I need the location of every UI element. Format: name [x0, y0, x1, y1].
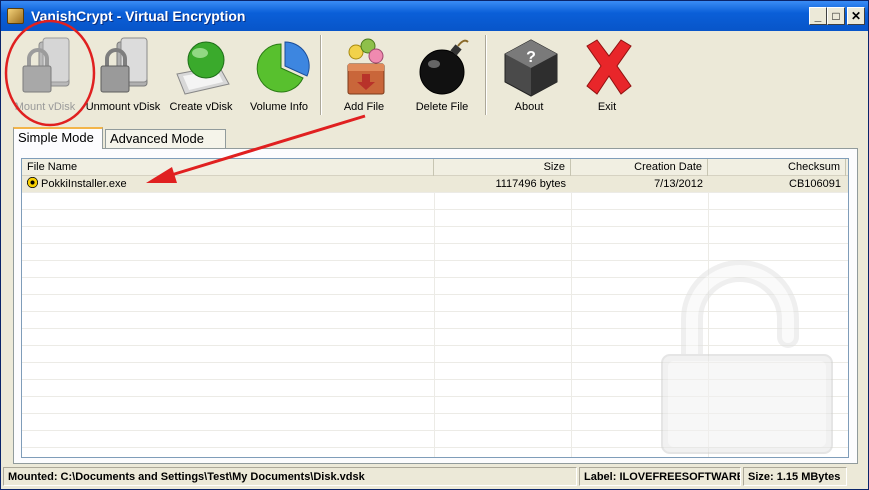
- tab-panel: File Name Size Creation Date Checksum Po…: [13, 148, 858, 464]
- app-icon: [7, 8, 24, 24]
- status-bar: Mounted: C:\Documents and Settings\Test\…: [1, 466, 868, 488]
- title-bar[interactable]: VanishCrypt - Virtual Encryption _ □ ✕: [1, 1, 868, 31]
- create-vdisk-button[interactable]: Create vDisk: [161, 33, 241, 117]
- file-date-cell: 7/13/2012: [654, 178, 703, 190]
- toolbar-separator: [485, 35, 487, 115]
- empty-row: [22, 227, 848, 244]
- status-mounted-path: Mounted: C:\Documents and Settings\Test\…: [3, 467, 577, 486]
- file-list[interactable]: File Name Size Creation Date Checksum Po…: [21, 158, 849, 458]
- about-label: About: [514, 101, 544, 113]
- empty-row: [22, 193, 848, 210]
- close-button[interactable]: ✕: [847, 7, 865, 25]
- tab-advanced-mode[interactable]: Advanced Mode: [105, 129, 226, 149]
- status-volume-label: Label: ILOVEFREESOFTWARE: [579, 467, 741, 486]
- radioactive-icon: [27, 177, 38, 188]
- table-row[interactable]: PokkiInstaller.exe 1117496 bytes 7/13/20…: [22, 176, 848, 193]
- status-volume-size: Size: 1.15 MBytes: [743, 467, 847, 486]
- svg-text:?: ?: [526, 49, 536, 66]
- volume-info-label: Volume Info: [249, 101, 309, 113]
- pie-chart-icon: [256, 41, 310, 93]
- toolbar: Mount vDisk Unmount vDisk Create vDisk V…: [1, 31, 868, 119]
- file-checksum-cell: CB106091: [789, 178, 841, 190]
- file-size-cell: 1117496 bytes: [495, 178, 566, 190]
- mount-vdisk-label: Mount vDisk: [14, 101, 76, 113]
- mount-vdisk-button[interactable]: Mount vDisk: [5, 33, 85, 117]
- file-name-text: PokkiInstaller.exe: [41, 178, 127, 190]
- globe-monitor-icon: [176, 41, 230, 95]
- exit-label: Exit: [597, 101, 617, 113]
- add-file-button[interactable]: Add File: [324, 33, 404, 117]
- app-window: VanishCrypt - Virtual Encryption _ □ ✕ M…: [0, 0, 869, 490]
- file-name-cell: PokkiInstaller.exe: [22, 176, 434, 193]
- bomb-icon: [419, 39, 469, 95]
- delete-file-button[interactable]: Delete File: [402, 33, 482, 117]
- create-vdisk-label: Create vDisk: [169, 101, 233, 113]
- unmount-vdisk-label: Unmount vDisk: [85, 101, 161, 113]
- exit-button[interactable]: Exit: [567, 33, 647, 117]
- volume-info-button[interactable]: Volume Info: [239, 33, 319, 117]
- column-checksum[interactable]: Checksum: [708, 159, 846, 176]
- empty-row: [22, 210, 848, 227]
- window-title: VanishCrypt - Virtual Encryption: [31, 8, 246, 24]
- list-header: File Name Size Creation Date Checksum: [22, 159, 848, 176]
- delete-file-label: Delete File: [415, 101, 469, 113]
- column-creation-date[interactable]: Creation Date: [571, 159, 708, 176]
- box-arrow-icon: [347, 38, 385, 95]
- unmount-vdisk-button[interactable]: Unmount vDisk: [83, 33, 163, 117]
- lock-folder-icon: [100, 37, 148, 93]
- lock-folder-icon: [22, 37, 70, 93]
- maximize-button[interactable]: □: [827, 7, 845, 25]
- toolbar-separator: [320, 35, 322, 115]
- question-cube-icon: ?: [504, 39, 558, 97]
- minimize-button[interactable]: _: [809, 7, 827, 25]
- add-file-label: Add File: [343, 101, 385, 113]
- red-x-icon: [586, 39, 632, 95]
- lock-watermark-icon: [661, 260, 833, 454]
- tab-simple-mode[interactable]: Simple Mode: [13, 127, 103, 149]
- about-button[interactable]: ? About: [489, 33, 569, 117]
- column-file-name[interactable]: File Name: [22, 159, 434, 176]
- column-size[interactable]: Size: [434, 159, 571, 176]
